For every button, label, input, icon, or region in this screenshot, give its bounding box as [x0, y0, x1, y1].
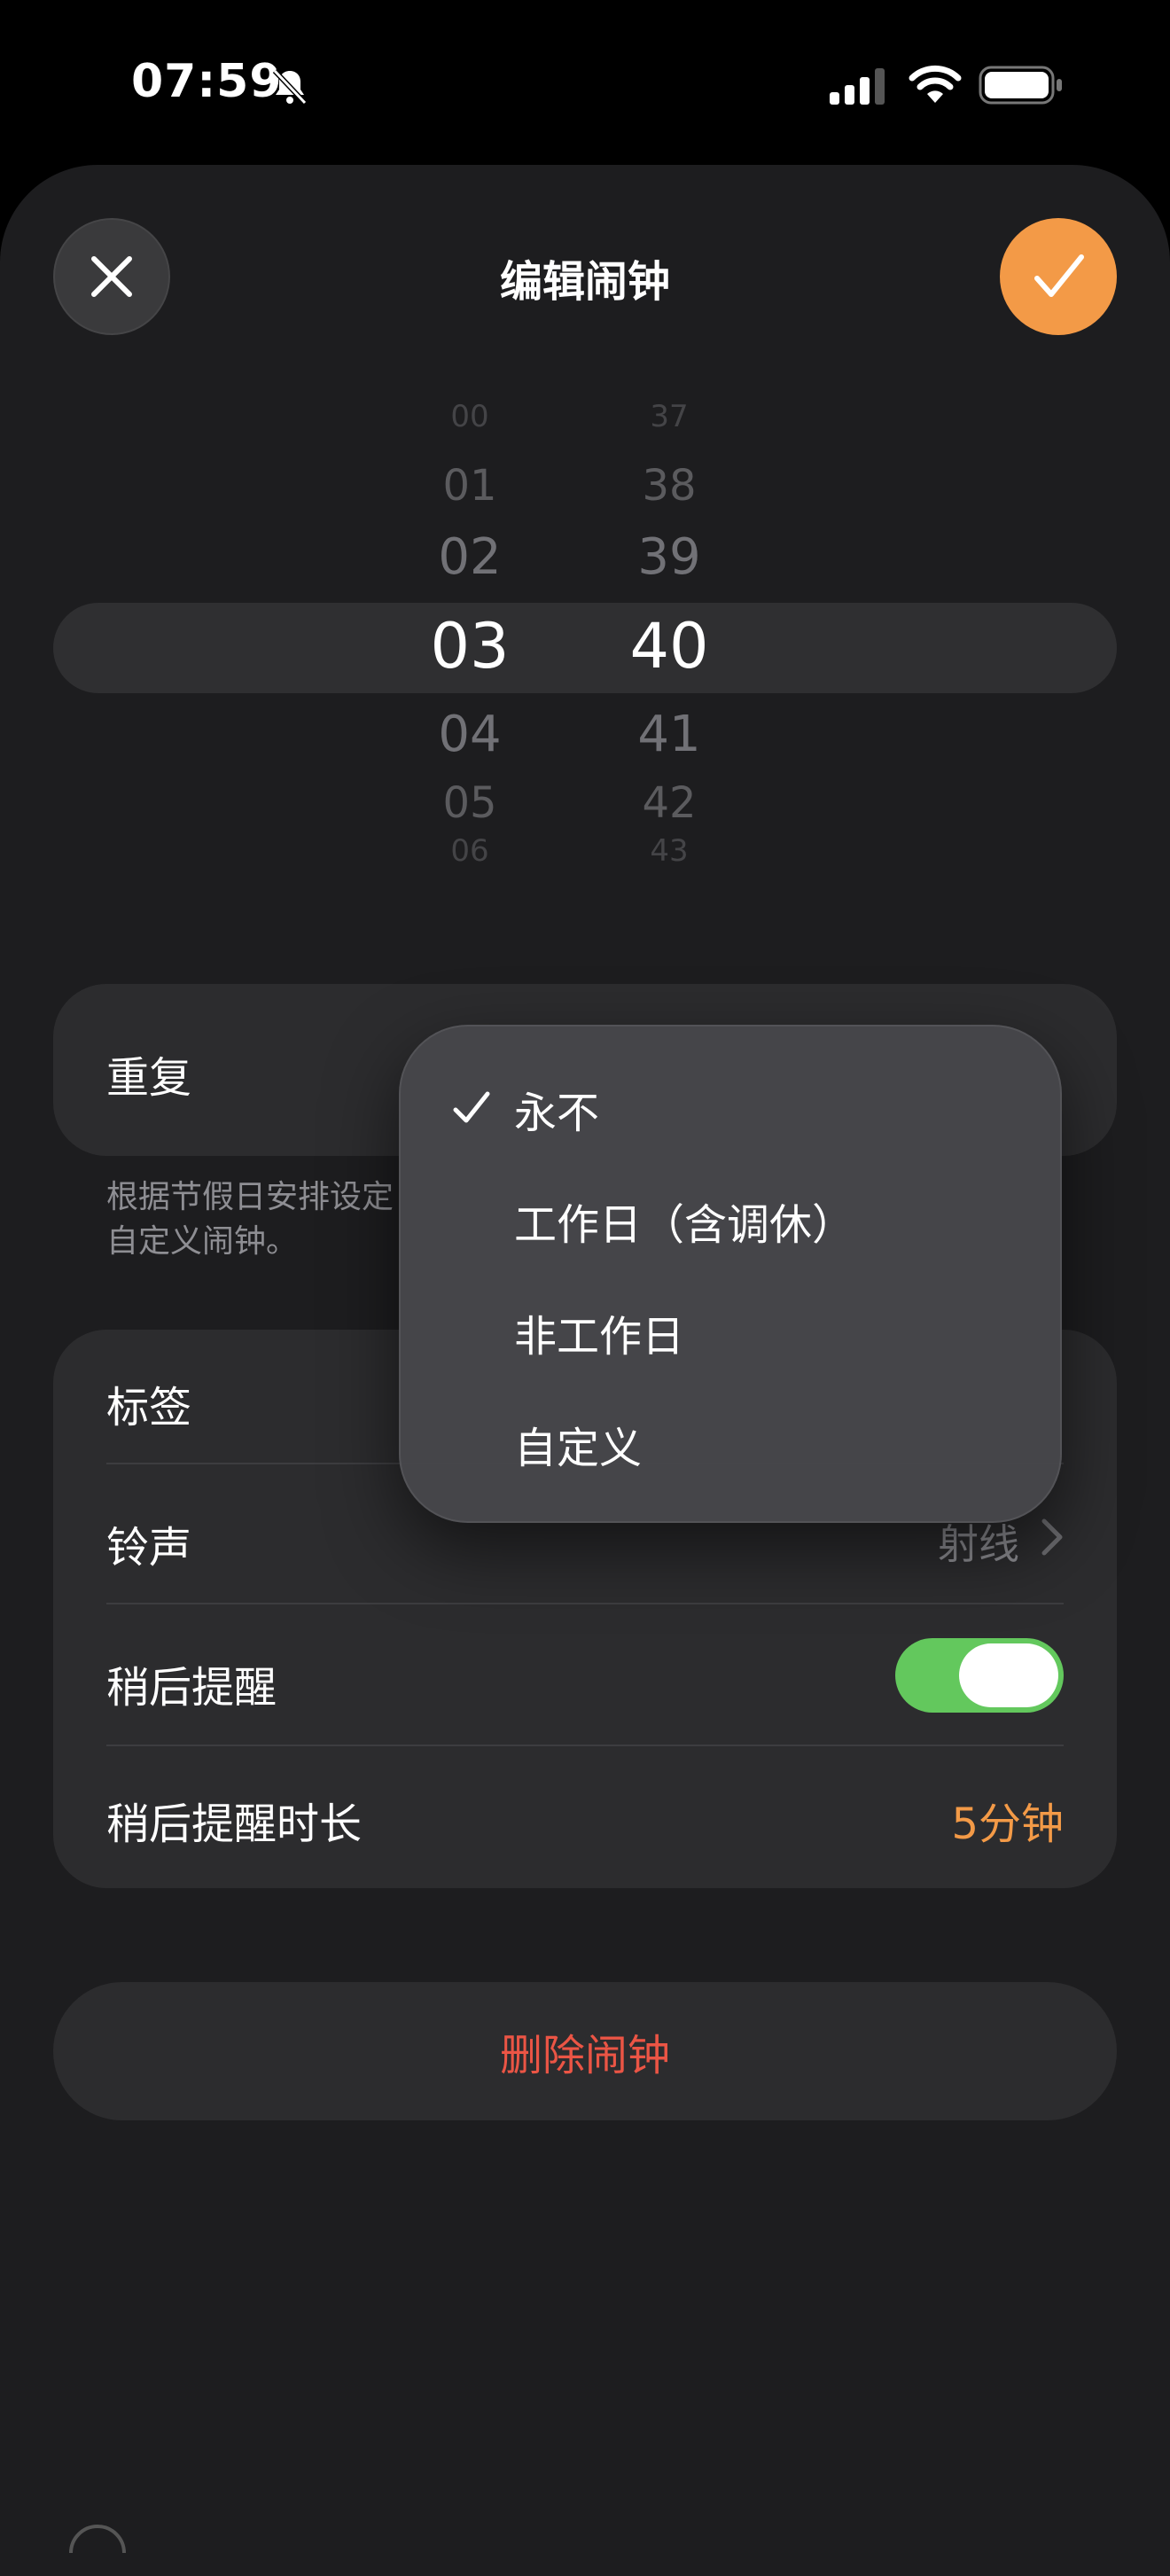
minute-wheel-value[interactable]: 40 [598, 610, 740, 683]
battery-icon [979, 66, 1062, 105]
hour-wheel-value[interactable]: 00 [399, 399, 541, 434]
minute-wheel-value[interactable]: 42 [598, 778, 740, 828]
repeat-label: 重复 [106, 1053, 192, 1103]
divider [106, 1603, 1064, 1604]
hour-wheel-value[interactable]: 01 [399, 461, 541, 511]
snooze-toggle[interactable] [895, 1638, 1064, 1713]
ringtone-row[interactable]: 铃声 [106, 1512, 191, 1574]
minute-wheel-value[interactable]: 43 [598, 833, 740, 869]
picker-selection-band [53, 603, 1117, 693]
hour-wheel-value[interactable]: 02 [399, 528, 541, 586]
menu-item-never[interactable]: 永不 [514, 1078, 599, 1140]
menu-item-non-workdays[interactable]: 非工作日 [514, 1301, 684, 1363]
page-title: 编辑闹钟 [499, 257, 670, 307]
hour-wheel-value[interactable]: 06 [399, 833, 541, 869]
minute-wheel-value[interactable]: 38 [598, 461, 740, 511]
status-time: 07:59 [131, 55, 283, 108]
divider [106, 1745, 1064, 1746]
minute-wheel-value[interactable]: 41 [598, 706, 740, 763]
menu-item-workdays[interactable]: 工作日（含调休） [514, 1190, 854, 1252]
chevron-right-icon [1041, 1518, 1063, 1556]
confirm-button[interactable] [1000, 218, 1117, 335]
snooze-duration-value: 5分钟 [951, 1799, 1064, 1849]
delete-alarm-button[interactable]: 删除闹钟 [53, 1982, 1117, 2120]
minute-wheel-value[interactable]: 37 [598, 399, 740, 434]
hour-wheel-value[interactable]: 04 [399, 706, 541, 763]
close-button[interactable] [53, 218, 170, 335]
repeat-menu: 永不 工作日（含调休） 非工作日 自定义 [399, 1025, 1062, 1523]
toggle-knob [959, 1643, 1058, 1707]
cellular-signal-icon [830, 68, 885, 105]
wifi-icon [909, 65, 962, 103]
home-indicator-icon [69, 2525, 126, 2553]
label-row[interactable]: 标签 [106, 1372, 191, 1434]
snooze-row: 稍后提醒 [106, 1663, 277, 1713]
close-icon [91, 256, 132, 297]
hour-wheel-value[interactable]: 05 [399, 778, 541, 828]
menu-item-custom[interactable]: 自定义 [514, 1413, 642, 1475]
checkmark-icon [453, 1091, 490, 1123]
minute-wheel-value[interactable]: 39 [598, 528, 740, 586]
bell-slash-icon [272, 68, 308, 105]
hour-wheel-value[interactable]: 03 [399, 610, 541, 683]
checkmark-icon [1034, 254, 1084, 297]
snooze-duration-row[interactable]: 稍后提醒时长 [106, 1789, 362, 1851]
